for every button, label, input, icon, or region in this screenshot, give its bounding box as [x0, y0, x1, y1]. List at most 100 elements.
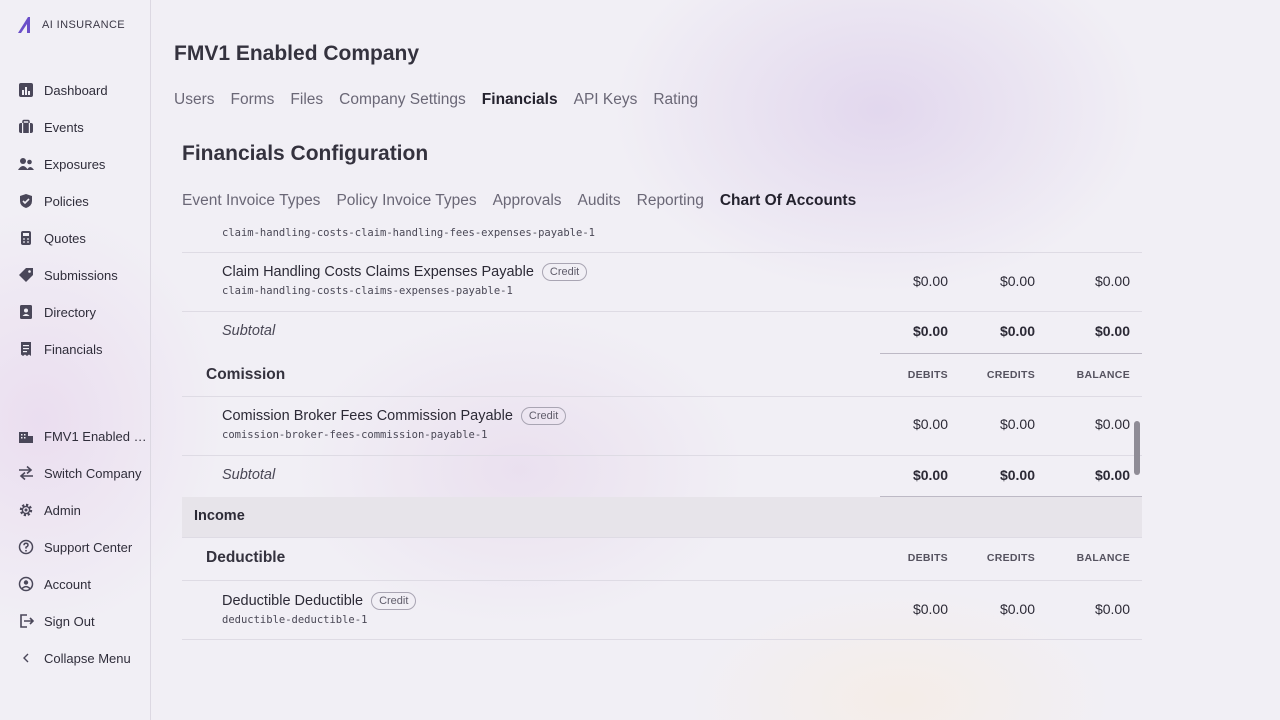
sidebar-item-label: Events: [44, 119, 84, 135]
account-name[interactable]: Comission Broker Fees Commission Payable…: [222, 407, 567, 425]
subtotal-row: Subtotal $0.00 $0.00 $0.00: [182, 312, 1142, 353]
sidebar-item-label: Dashboard: [44, 82, 108, 98]
category-row: Income: [182, 497, 1142, 538]
account-code: claim-handling-costs-claim-handling-fees…: [222, 227, 595, 239]
sidebar-item-submissions[interactable]: Submissions: [18, 265, 118, 285]
debits-subtotal: $0.00: [912, 323, 948, 339]
sidebar-item-admin[interactable]: Admin: [18, 500, 81, 520]
subtotal-row: Subtotal $0.00 $0.00 $0.00: [182, 456, 1142, 497]
account-label: Claim Handling Costs Claims Expenses Pay…: [222, 264, 534, 280]
sidebar-item-quotes[interactable]: Quotes: [18, 228, 86, 248]
table-row[interactable]: Deductible Deductible Credit deductible-…: [182, 581, 1142, 640]
credit-badge: Credit: [541, 263, 588, 281]
sidebar-item-label: Account: [44, 576, 91, 592]
subtab-event-invoice-types[interactable]: Event Invoice Types: [182, 192, 320, 210]
subtab-chart-of-accounts[interactable]: Chart Of Accounts: [720, 192, 856, 210]
sidebar-item-policies[interactable]: Policies: [18, 191, 89, 211]
logo-mark-icon: [18, 17, 30, 33]
balance-header: BALANCE: [1076, 369, 1130, 381]
section-title: Financials Configuration: [182, 142, 429, 165]
users-icon: [18, 158, 34, 170]
sidebar-item-dashboard[interactable]: Dashboard: [18, 80, 108, 100]
tag-icon: [19, 268, 33, 282]
sidebar-item-label: Collapse Menu: [44, 650, 131, 666]
sidebar: AI INSURANCE Dashboard Events Exposures …: [0, 0, 151, 720]
group-label: Comission: [206, 366, 286, 383]
company-tabs: Users Forms Files Company Settings Finan…: [174, 91, 698, 109]
sidebar-item-account[interactable]: Account: [18, 574, 91, 594]
debits-value: $0.00: [912, 273, 948, 289]
credits-value: $0.00: [999, 416, 1035, 432]
sidebar-item-support-center[interactable]: Support Center: [18, 537, 132, 557]
tab-files[interactable]: Files: [290, 91, 323, 109]
debits-value: $0.00: [912, 601, 948, 617]
sidebar-item-sign-out[interactable]: Sign Out: [18, 611, 95, 631]
chart-icon: [19, 83, 33, 97]
tab-company-settings[interactable]: Company Settings: [339, 91, 466, 109]
sidebar-item-collapse-menu[interactable]: Collapse Menu: [18, 648, 131, 668]
sidebar-item-label: Submissions: [44, 267, 118, 283]
chart-of-accounts-table[interactable]: claim-handling-costs-claim-handling-fees…: [182, 222, 1142, 652]
shield-icon: [20, 194, 32, 208]
group-label: Deductible: [206, 549, 286, 566]
table-row[interactable]: Claim Handling Costs Claims Expenses Pay…: [182, 253, 1142, 312]
tab-financials[interactable]: Financials: [482, 91, 558, 109]
subtotal-label: Subtotal: [222, 323, 276, 339]
sidebar-item-switch-company[interactable]: Switch Company: [18, 463, 142, 483]
sidebar-item-exposures[interactable]: Exposures: [18, 154, 105, 174]
account-name[interactable]: Claim Handling Costs Claims Expenses Pay…: [222, 263, 588, 281]
tab-rating[interactable]: Rating: [653, 91, 698, 109]
sidebar-item-label: Switch Company: [44, 465, 142, 481]
financials-subtabs: Event Invoice Types Policy Invoice Types…: [182, 192, 856, 210]
tab-forms[interactable]: Forms: [230, 91, 274, 109]
table-row[interactable]: Comission Broker Fees Commission Payable…: [182, 397, 1142, 456]
sidebar-item-label: Financials: [44, 341, 103, 357]
briefcase-icon: [19, 119, 33, 133]
sidebar-item-label: Directory: [44, 304, 97, 320]
balance-value: $0.00: [1094, 273, 1130, 289]
credits-header: CREDITS: [986, 552, 1035, 564]
sidebar-item-label: FMV1 Enabled …: [44, 428, 147, 444]
account-name[interactable]: Deductible Deductible Credit: [222, 592, 417, 610]
balance-subtotal: $0.00: [1094, 323, 1130, 339]
gear-icon: [19, 503, 33, 517]
credits-header: CREDITS: [986, 369, 1035, 381]
tab-api-keys[interactable]: API Keys: [574, 91, 638, 109]
sidebar-item-label: Admin: [44, 502, 81, 518]
table-row: claim-handling-costs-claim-handling-fees…: [182, 222, 1142, 253]
swap-icon: [19, 465, 33, 481]
credits-subtotal: $0.00: [999, 323, 1035, 339]
credits-value: $0.00: [999, 601, 1035, 617]
debits-subtotal: $0.00: [912, 467, 948, 483]
help-icon: [18, 539, 34, 555]
debits-header: DEBITS: [907, 369, 948, 381]
sidebar-item-company[interactable]: FMV1 Enabled …: [18, 426, 147, 446]
subtab-policy-invoice-types[interactable]: Policy Invoice Types: [336, 192, 476, 210]
debits-header: DEBITS: [907, 552, 948, 564]
subtab-approvals[interactable]: Approvals: [493, 192, 562, 210]
account-label: Comission Broker Fees Commission Payable: [222, 408, 513, 424]
subtab-reporting[interactable]: Reporting: [637, 192, 704, 210]
subtab-audits[interactable]: Audits: [578, 192, 621, 210]
address-book-icon: [20, 305, 32, 319]
logo[interactable]: AI INSURANCE: [16, 15, 125, 35]
scrollbar-thumb[interactable]: [1134, 421, 1140, 475]
user-circle-icon: [18, 576, 34, 592]
subtotal-label: Subtotal: [222, 467, 276, 483]
balance-value: $0.00: [1094, 601, 1130, 617]
debits-value: $0.00: [912, 416, 948, 432]
balance-value: $0.00: [1094, 416, 1130, 432]
tab-users[interactable]: Users: [174, 91, 214, 109]
account-label: Deductible Deductible: [222, 593, 364, 609]
sidebar-item-events[interactable]: Events: [18, 117, 84, 137]
sidebar-item-directory[interactable]: Directory: [18, 302, 96, 322]
sidebar-item-label: Exposures: [44, 156, 106, 172]
chevron-left-icon: [23, 653, 29, 663]
account-code: deductible-deductible-1: [222, 614, 368, 626]
sidebar-item-label: Support Center: [44, 539, 133, 555]
sidebar-item-financials[interactable]: Financials: [18, 339, 103, 359]
sidebar-item-label: Quotes: [44, 230, 86, 246]
credits-value: $0.00: [999, 273, 1035, 289]
logo-text: AI INSURANCE: [42, 19, 126, 31]
sidebar-item-label: Sign Out: [44, 613, 95, 629]
